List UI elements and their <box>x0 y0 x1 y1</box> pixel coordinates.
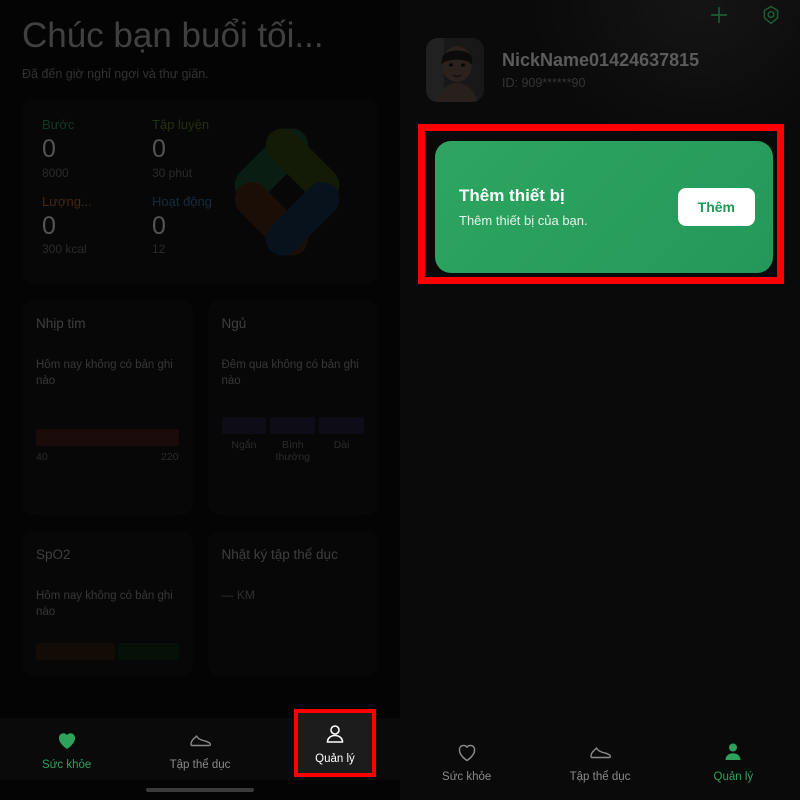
nav-item-health-label: Sức khỏe <box>42 758 92 771</box>
heart-rate-min: 40 <box>36 450 48 463</box>
heart-rate-range-bar: 40 220 <box>36 428 179 463</box>
nav-item-exercise[interactable]: Tập thể dục <box>133 718 266 780</box>
activity-x-logo-icon <box>222 121 352 263</box>
shoe-icon <box>588 740 612 764</box>
stat-calories-goal: 300 kcal <box>42 242 87 257</box>
bottom-nav-right: Sức khỏe Tập thể dục Quản lý <box>400 730 800 792</box>
metric-card-row-2: SpO2 Hôm nay không có bản ghi nào Nhật k… <box>22 530 378 676</box>
add-device-button[interactable]: Thêm <box>677 188 755 226</box>
add-device-title: Thêm thiết bị <box>459 186 565 205</box>
sleep-bars <box>221 416 365 434</box>
sleep-range-bars: Ngắn Bình thường Dài <box>221 416 365 463</box>
scan-hexagon-icon[interactable] <box>760 4 782 26</box>
heart-rate-card[interactable]: Nhịp tim Hôm nay không có bản ghi nào 40… <box>22 299 193 515</box>
nav-item-exercise-label: Tập thể dục <box>169 758 231 771</box>
sleep-note: Đêm qua không có bản ghi nào <box>221 358 359 388</box>
spo2-card[interactable]: SpO2 Hôm nay không có bản ghi nào <box>22 530 193 676</box>
metric-card-row-1: Nhịp tim Hôm nay không có bản ghi nào 40… <box>22 299 378 515</box>
spo2-bars <box>36 642 179 660</box>
nav-item-exercise-right-label: Tập thể dục <box>569 770 631 783</box>
dual-screenshot: Chúc bạn buổi tối... Đã đến giờ nghỉ ngơ… <box>0 0 800 800</box>
sleep-title: Ngủ <box>221 315 247 331</box>
heart-rate-scale: 40 220 <box>36 451 179 463</box>
nav-item-manage-right[interactable]: Quản lý <box>667 730 800 792</box>
stat-steps-goal: 8000 <box>42 165 69 180</box>
stat-calories-value: 0 <box>42 211 56 240</box>
spo2-title: SpO2 <box>36 546 71 562</box>
greeting-subtitle: Đã đến giờ nghỉ ngơi và thư giãn. <box>22 66 209 81</box>
health-screen-panel: Chúc bạn buổi tối... Đã đến giờ nghỉ ngơ… <box>0 0 400 800</box>
spo2-range-bars <box>36 642 179 660</box>
shoe-icon <box>188 728 212 752</box>
highlighted-nav-item-manage[interactable]: Quản lý <box>294 709 376 777</box>
heart-rate-title: Nhịp tim <box>36 315 86 331</box>
stat-steps[interactable]: Bước 0 8000 <box>42 117 152 180</box>
heart-outline-icon <box>455 740 479 764</box>
nav-item-health-right[interactable]: Sức khỏe <box>400 730 533 792</box>
avatar[interactable] <box>426 38 484 102</box>
nav-item-exercise-right[interactable]: Tập thể dục <box>533 730 666 792</box>
highlighted-nav-item-manage-label: Quản lý <box>315 752 355 765</box>
add-icon[interactable] <box>708 4 730 26</box>
person-filled-icon <box>721 740 745 764</box>
profile-name: NickName01424637815 <box>502 50 700 70</box>
daily-stats-card[interactable]: Bước 0 8000 Tập luyện 0 30 phút Lượng...… <box>22 98 378 284</box>
stat-steps-value: 0 <box>42 134 56 163</box>
exercise-log-title: Nhật ký tập thể dục <box>221 546 338 562</box>
heart-rate-note: Hôm nay không có bản ghi nào <box>36 358 173 388</box>
sleep-bar-normal <box>270 416 316 434</box>
spo2-note: Hôm nay không có bản ghi nào <box>36 589 173 619</box>
profile-header[interactable]: NickName01424637815 ID: 909******90 <box>426 38 699 102</box>
sleep-bar-labels: Ngắn Bình thường Dài <box>222 439 365 463</box>
home-indicator <box>146 788 254 792</box>
profile-id: ID: 909******90 <box>502 76 586 90</box>
spo2-bar-low <box>36 642 115 660</box>
top-action-icons <box>708 0 782 30</box>
exercise-log-distance: — KM <box>221 587 255 602</box>
nav-item-manage-right-label: Quản lý <box>713 770 754 783</box>
add-device-text: Thêm thiết bị Thêm thiết bị của bạn. <box>459 186 588 228</box>
sleep-label-short: Ngắn <box>231 438 257 451</box>
highlighted-add-device-region: Thêm thiết bị Thêm thiết bị của bạn. Thê… <box>418 124 784 284</box>
spo2-bar-normal <box>117 642 179 660</box>
sleep-bar-long <box>319 416 364 434</box>
page-title: Chúc bạn buổi tối... <box>22 16 324 55</box>
greeting-block: Chúc bạn buổi tối... Đã đến giờ nghỉ ngơ… <box>0 0 400 81</box>
stat-calories[interactable]: Lượng... 0 300 kcal <box>42 194 152 257</box>
sleep-bar-short <box>221 416 267 434</box>
sleep-label-normal: Bình thường <box>275 438 310 463</box>
stat-calories-label: Lượng... <box>42 193 92 209</box>
heart-rate-bar <box>36 428 179 446</box>
person-icon-highlighted <box>323 722 347 746</box>
management-screen-panel: NickName01424637815 ID: 909******90 Sức … <box>400 0 800 800</box>
heart-filled-icon <box>55 728 79 752</box>
profile-text: NickName01424637815 ID: 909******90 <box>502 50 699 90</box>
stat-steps-label: Bước <box>42 116 75 132</box>
sleep-card[interactable]: Ngủ Đêm qua không có bản ghi nào Ngắn Bì… <box>207 299 378 515</box>
heart-rate-max: 220 <box>160 450 179 463</box>
add-device-card[interactable]: Thêm thiết bị Thêm thiết bị của bạn. Thê… <box>435 141 773 273</box>
nav-item-health-right-label: Sức khỏe <box>442 770 492 783</box>
add-device-subtitle: Thêm thiết bị của bạn. <box>459 213 588 228</box>
exercise-log-card[interactable]: Nhật ký tập thể dục — KM <box>207 530 378 676</box>
sleep-label-long: Dài <box>333 438 350 451</box>
nav-item-health[interactable]: Sức khỏe <box>0 718 133 780</box>
